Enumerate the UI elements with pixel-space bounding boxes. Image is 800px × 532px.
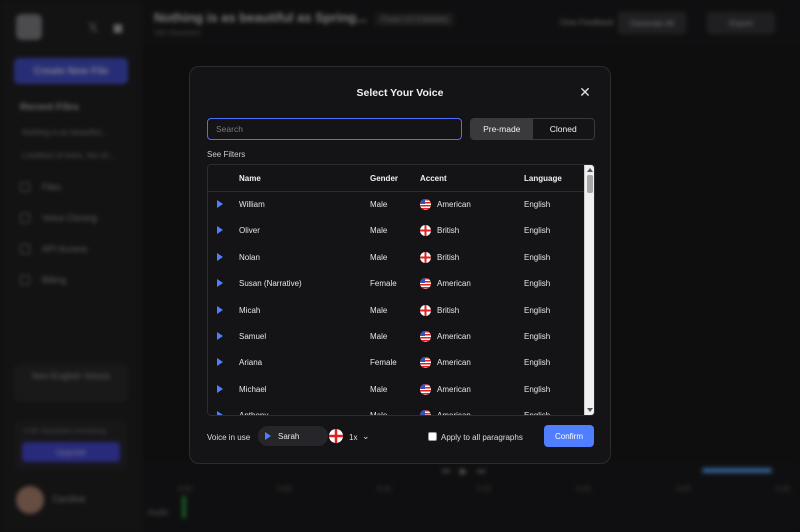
column-header-accent: Accent xyxy=(420,174,447,183)
play-icon[interactable] xyxy=(217,305,223,314)
scroll-up-icon[interactable] xyxy=(587,168,593,172)
us-flag-icon xyxy=(420,383,431,395)
table-header: Name Gender Accent Language xyxy=(208,165,584,192)
play-icon[interactable] xyxy=(265,432,271,440)
table-row[interactable]: Susan (Narrative) Female American English xyxy=(208,271,584,297)
voice-accent: American xyxy=(437,358,471,368)
voice-language: English xyxy=(524,252,551,262)
table-row[interactable]: Michael Male American English xyxy=(208,377,584,403)
us-flag-icon xyxy=(420,331,431,342)
voice-gender: Male xyxy=(370,411,388,416)
voice-name: Oliver xyxy=(239,226,260,236)
uk-flag-icon xyxy=(420,304,431,316)
voice-gender: Female xyxy=(370,279,397,289)
voice-gender: Male xyxy=(370,305,388,315)
us-flag-icon xyxy=(420,199,431,210)
table-row[interactable]: William Male American English xyxy=(208,192,584,218)
voice-name: Samuel xyxy=(239,332,267,341)
table-row[interactable]: Micah Male British English xyxy=(208,298,584,324)
see-filters-link[interactable]: See Filters xyxy=(207,150,245,159)
voice-name: Nolan xyxy=(239,252,260,262)
play-icon[interactable] xyxy=(217,384,223,393)
speed-select[interactable]: 1x xyxy=(349,433,357,442)
column-header-gender: Gender xyxy=(370,174,399,183)
voice-language: English xyxy=(524,200,551,209)
play-icon[interactable] xyxy=(217,279,223,288)
apply-all-label[interactable]: Apply to all paragraphs xyxy=(441,433,523,442)
current-voice-pill[interactable]: Sarah xyxy=(258,426,328,446)
voice-gender: Male xyxy=(370,252,388,262)
voice-language: English xyxy=(524,384,551,394)
voices-table: Name Gender Accent Language William Male A… xyxy=(207,164,595,416)
voice-accent: American xyxy=(437,411,471,416)
us-flag-icon xyxy=(420,410,431,415)
voice-name: William xyxy=(239,200,265,209)
dialog-title: Select Your Voice xyxy=(356,87,444,99)
table-row[interactable]: Samuel Male American English xyxy=(208,324,584,350)
search-input[interactable] xyxy=(207,118,462,140)
tab-pre-made[interactable]: Pre-made xyxy=(471,119,533,139)
voice-name: Micah xyxy=(239,305,261,315)
play-icon[interactable] xyxy=(217,358,223,367)
voice-name: Ariana xyxy=(239,358,263,368)
table-row[interactable]: Oliver Male British English xyxy=(208,218,584,244)
chevron-down-icon[interactable]: ⌄ xyxy=(362,431,370,442)
voice-language: English xyxy=(524,358,551,368)
voice-source-toggle: Pre-made Cloned xyxy=(470,118,595,140)
voice-gender: Female xyxy=(370,358,397,368)
voice-name: Michael xyxy=(239,384,267,394)
close-icon[interactable]: ✕ xyxy=(578,85,592,99)
uk-flag-icon xyxy=(420,251,431,263)
voice-accent: American xyxy=(437,200,471,209)
voice-accent: British xyxy=(437,252,460,262)
us-flag-icon xyxy=(420,278,431,290)
voice-accent: British xyxy=(437,226,460,236)
voice-language: English xyxy=(524,279,551,289)
voice-language: English xyxy=(524,305,551,315)
voice-accent: American xyxy=(437,384,471,394)
voice-gender: Male xyxy=(370,226,388,236)
table-row[interactable]: Ariana Female American English xyxy=(208,350,584,376)
voice-language: English xyxy=(524,332,551,341)
scroll-down-icon[interactable] xyxy=(587,408,593,412)
play-icon[interactable] xyxy=(217,252,223,261)
voice-in-use-label: Voice in use xyxy=(207,433,251,442)
apply-all-checkbox[interactable] xyxy=(428,432,437,441)
uk-flag-icon xyxy=(420,225,431,237)
column-header-name: Name xyxy=(239,174,261,183)
play-icon[interactable] xyxy=(217,411,223,415)
table-scrollbar[interactable] xyxy=(584,165,594,415)
table-row[interactable]: Nolan Male British English xyxy=(208,245,584,271)
scroll-thumb[interactable] xyxy=(587,175,593,193)
tab-cloned[interactable]: Cloned xyxy=(533,119,595,139)
play-icon[interactable] xyxy=(217,332,223,340)
table-row[interactable]: Anthony Male American English xyxy=(208,403,584,416)
current-voice-name: Sarah xyxy=(278,432,300,441)
play-icon[interactable] xyxy=(217,200,223,208)
voice-gender: Male xyxy=(370,332,388,341)
play-icon[interactable] xyxy=(217,226,223,235)
voice-language: English xyxy=(524,411,551,416)
voice-gender: Male xyxy=(370,200,388,209)
voice-name: Anthony xyxy=(239,411,269,416)
voice-accent: American xyxy=(437,332,471,341)
us-flag-icon xyxy=(420,357,431,369)
uk-flag-icon xyxy=(329,429,343,443)
select-voice-dialog: Select Your Voice ✕ Pre-made Cloned See … xyxy=(189,66,611,464)
voice-language: English xyxy=(524,226,551,236)
column-header-language: Language xyxy=(524,174,562,183)
confirm-button[interactable]: Confirm xyxy=(544,425,594,447)
voice-gender: Male xyxy=(370,384,388,394)
voice-accent: British xyxy=(437,305,460,315)
voice-name: Susan (Narrative) xyxy=(239,279,302,289)
voice-accent: American xyxy=(437,279,471,289)
table-body: William Male American English Oliver Male Brit… xyxy=(208,192,584,416)
